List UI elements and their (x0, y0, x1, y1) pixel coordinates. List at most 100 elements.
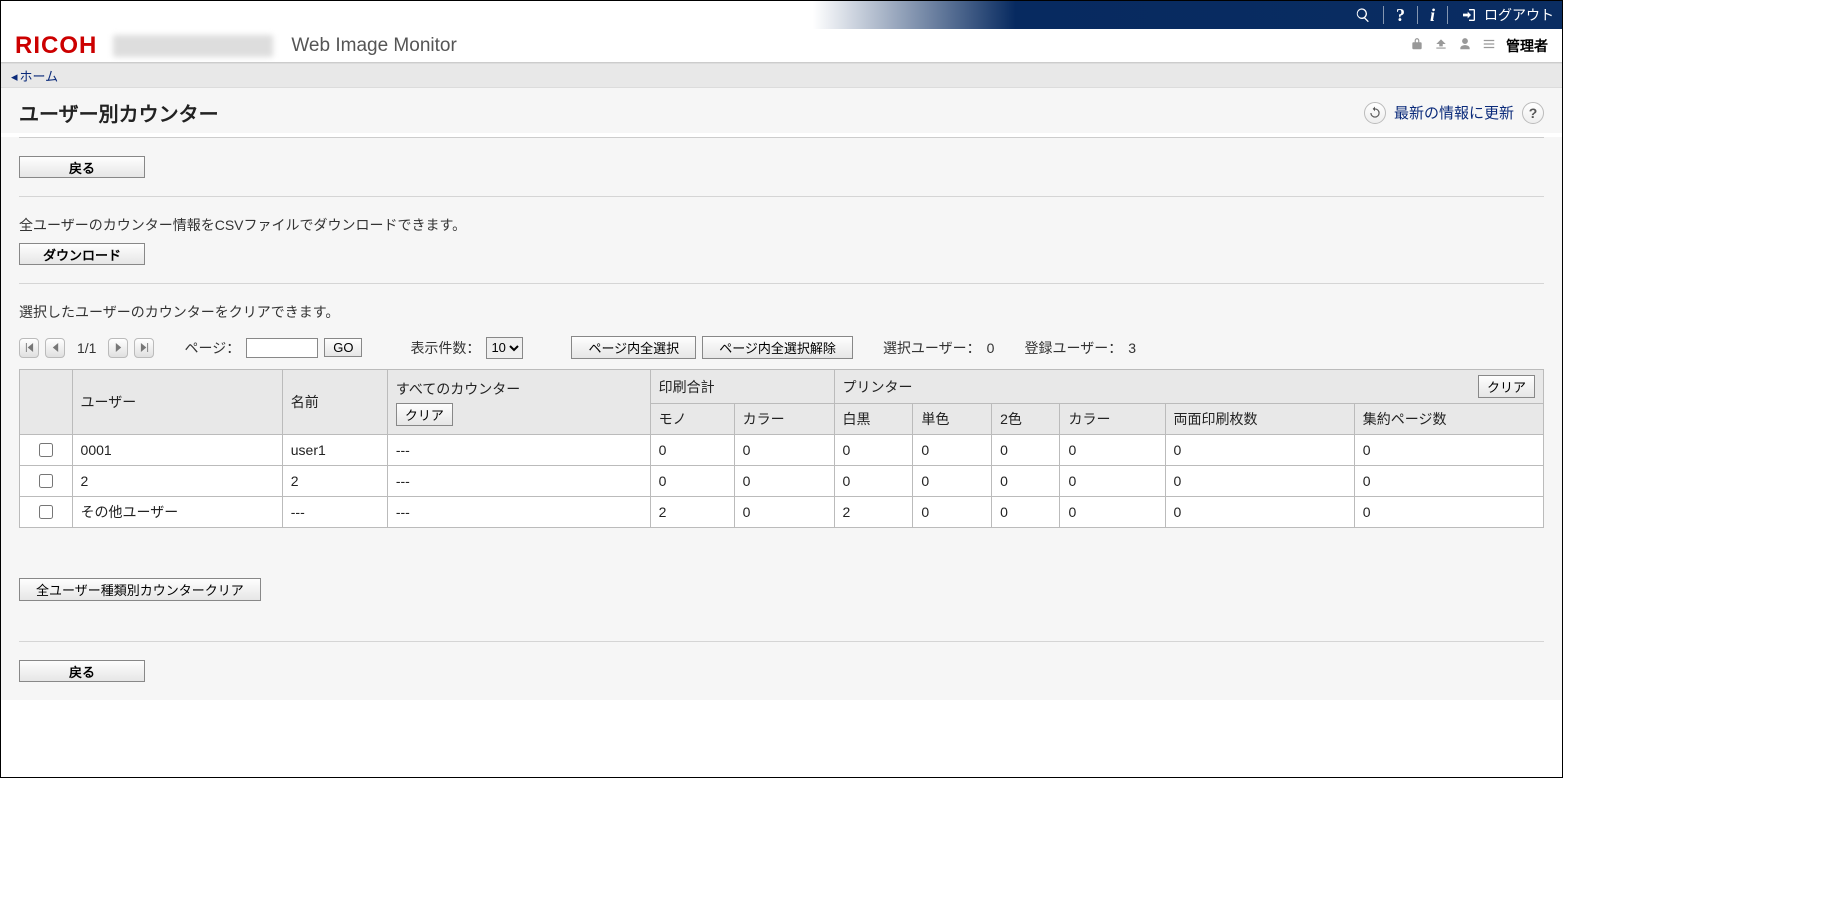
th-printer: プリンター クリア (834, 370, 1543, 404)
cell-bw: 0 (834, 466, 913, 497)
th-bw: 白黒 (834, 404, 913, 435)
registered-label: 登録ユーザー： (1024, 338, 1122, 358)
page-first-button[interactable] (19, 338, 39, 358)
cell-two: 0 (992, 466, 1060, 497)
go-button[interactable]: GO (324, 338, 362, 357)
row-checkbox[interactable] (39, 505, 53, 519)
logout-label: ログアウト (1484, 5, 1554, 25)
cell-color: 0 (734, 466, 834, 497)
back-button[interactable]: 戻る (19, 156, 145, 178)
back-button-bottom[interactable]: 戻る (19, 660, 145, 682)
breadcrumb-home-link[interactable]: ホーム (20, 69, 59, 84)
cell-single: 0 (913, 466, 992, 497)
cell-mono: 2 (650, 497, 734, 528)
page-indicator: 1/1 (77, 340, 96, 356)
csv-description: 全ユーザーのカウンター情報をCSVファイルでダウンロードできます。 (19, 215, 1544, 235)
page-next-button[interactable] (108, 338, 128, 358)
brand-logo: RICOH (15, 32, 97, 60)
th-single-color: 単色 (913, 404, 992, 435)
cell-duplex: 0 (1165, 435, 1354, 466)
lock-icon (1410, 37, 1424, 54)
th-print-total: 印刷合計 (650, 370, 834, 404)
cell-mono: 0 (650, 435, 734, 466)
items-per-page-select[interactable]: 10 (486, 337, 523, 359)
refresh-icon[interactable] (1364, 102, 1386, 124)
clear-all-counters-button[interactable]: クリア (396, 403, 453, 426)
page-prev-button[interactable] (45, 338, 65, 358)
selected-label: 選択ユーザー： (883, 338, 981, 358)
cell-single: 0 (913, 497, 992, 528)
refresh-link[interactable]: 最新の情報に更新 (1394, 102, 1514, 123)
cell-duplex: 0 (1165, 466, 1354, 497)
table-row: 2 2 --- 0 0 0 0 0 0 0 0 (20, 466, 1544, 497)
cell-npages: 0 (1354, 466, 1543, 497)
app-title: Web Image Monitor (291, 35, 456, 57)
download-button[interactable]: ダウンロード (19, 243, 145, 265)
selected-value: 0 (987, 340, 995, 356)
help-icon[interactable]: ? (1390, 1, 1411, 29)
table-row: 0001 user1 --- 0 0 0 0 0 0 0 0 (20, 435, 1544, 466)
cell-user: 0001 (72, 435, 282, 466)
cell-npages: 0 (1354, 497, 1543, 528)
list-icon (1482, 37, 1496, 54)
row-checkbox[interactable] (39, 474, 53, 488)
logout-button[interactable]: ログアウト (1454, 5, 1554, 25)
select-all-button[interactable]: ページ内全選択 (571, 336, 696, 359)
counter-table: ユーザー 名前 すべてのカウンター クリア 印刷合計 プリンター クリア (19, 369, 1544, 528)
cell-single: 0 (913, 435, 992, 466)
th-all-counters-label: すべてのカウンター (396, 379, 520, 399)
cell-all: --- (387, 497, 650, 528)
th-duplex: 両面印刷枚数 (1165, 404, 1354, 435)
network-icon (1434, 37, 1448, 54)
cell-color2: 0 (1060, 466, 1165, 497)
page-help-icon[interactable]: ? (1522, 102, 1544, 124)
content: 戻る 全ユーザーのカウンター情報をCSVファイルでダウンロードできます。 ダウン… (1, 137, 1562, 700)
clear-printer-button[interactable]: クリア (1478, 375, 1535, 398)
model-placeholder (113, 35, 273, 57)
th-npages: 集約ページ数 (1354, 404, 1543, 435)
deselect-all-button[interactable]: ページ内全選択解除 (702, 336, 853, 359)
registered-value: 3 (1128, 340, 1136, 356)
cell-color2: 0 (1060, 435, 1165, 466)
cell-name: 2 (282, 466, 387, 497)
page-last-button[interactable] (134, 338, 154, 358)
th-color2: カラー (1060, 404, 1165, 435)
cell-all: --- (387, 435, 650, 466)
admin-label: 管理者 (1506, 36, 1548, 56)
cell-two: 0 (992, 435, 1060, 466)
info-icon[interactable]: i (1424, 1, 1441, 29)
items-label: 表示件数： (410, 338, 480, 358)
th-printer-label: プリンター (843, 377, 913, 397)
top-bar: ? i ログアウト (1, 1, 1562, 29)
th-all-counters: すべてのカウンター クリア (387, 370, 650, 435)
cell-name: user1 (282, 435, 387, 466)
page-title: ユーザー別カウンター (19, 98, 219, 127)
row-checkbox[interactable] (39, 443, 53, 457)
page-title-row: ユーザー別カウンター 最新の情報に更新 ? (1, 88, 1562, 133)
page-input[interactable] (246, 338, 318, 358)
cell-bw: 2 (834, 497, 913, 528)
header: RICOH Web Image Monitor 管理者 (1, 29, 1562, 63)
page-label: ページ： (184, 338, 240, 358)
cell-color: 0 (734, 435, 834, 466)
cell-duplex: 0 (1165, 497, 1354, 528)
pager-row: 1/1 ページ： GO 表示件数： 10 ページ内全選択 ページ内全選択解除 選… (19, 336, 1544, 359)
user-icon (1458, 37, 1472, 54)
clear-description: 選択したユーザーのカウンターをクリアできます。 (19, 302, 1544, 322)
search-icon[interactable] (1349, 1, 1377, 29)
cell-color: 0 (734, 497, 834, 528)
th-two-color: 2色 (992, 404, 1060, 435)
cell-all: --- (387, 466, 650, 497)
clear-all-types-button[interactable]: 全ユーザー種類別カウンタークリア (19, 578, 261, 601)
breadcrumb: ◂ホーム (1, 63, 1562, 88)
cell-bw: 0 (834, 435, 913, 466)
th-mono: モノ (650, 404, 734, 435)
cell-two: 0 (992, 497, 1060, 528)
cell-npages: 0 (1354, 435, 1543, 466)
th-user: ユーザー (72, 370, 282, 435)
cell-user: 2 (72, 466, 282, 497)
breadcrumb-chevron-icon: ◂ (11, 69, 18, 84)
th-checkbox (20, 370, 73, 435)
cell-color2: 0 (1060, 497, 1165, 528)
th-name: 名前 (282, 370, 387, 435)
